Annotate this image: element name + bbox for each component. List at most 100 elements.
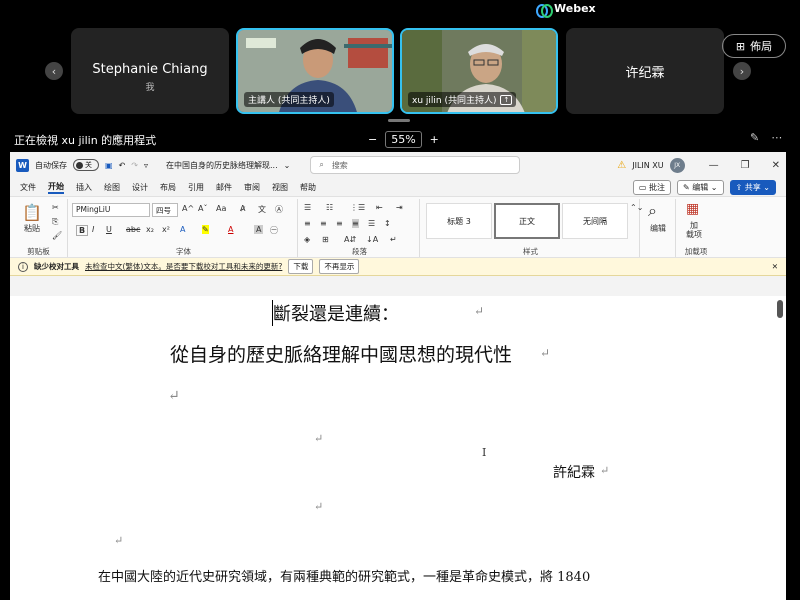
- style-normal[interactable]: 正文: [494, 203, 560, 239]
- sort-icon[interactable]: ↓A: [366, 235, 378, 244]
- tab-mailings[interactable]: 邮件: [216, 182, 232, 193]
- shading-icon[interactable]: ◈: [304, 235, 310, 244]
- search-box[interactable]: ⌕ 搜索: [310, 156, 521, 174]
- warning-icon[interactable]: ⚠: [617, 160, 626, 171]
- participant-tile-host[interactable]: 主講人 (共同主持人): [236, 28, 394, 114]
- addins-icon[interactable]: ▦: [686, 201, 699, 217]
- tab-draw[interactable]: 绘图: [104, 182, 120, 193]
- editing-label[interactable]: 编辑: [650, 223, 666, 234]
- change-case-icon[interactable]: Aa: [216, 204, 226, 213]
- numbering-icon[interactable]: ☷: [326, 203, 333, 212]
- italic-icon[interactable]: I: [92, 225, 94, 234]
- clear-format-icon[interactable]: A̷: [240, 204, 245, 213]
- editing-mode-button[interactable]: ✎ 编辑 ⌄: [677, 179, 724, 195]
- highlight-icon[interactable]: ✎: [202, 225, 209, 234]
- zoom-out-button[interactable]: −: [368, 133, 377, 146]
- grid-layout-icon: ⊞: [735, 39, 746, 53]
- document-canvas[interactable]: 斷裂還是連續： ↵ 從自身的歷史脈絡理解中國思想的現代性 ↵ ↵ ↵ I 許紀霖…: [10, 296, 774, 600]
- download-button[interactable]: 下载: [288, 259, 314, 274]
- cut-icon[interactable]: ✂: [52, 203, 59, 212]
- align-right-icon[interactable]: ≡: [336, 219, 343, 228]
- minimize-icon[interactable]: —: [709, 160, 719, 171]
- comments-button[interactable]: ▭ 批注: [632, 179, 671, 195]
- tab-view[interactable]: 视图: [272, 182, 288, 193]
- subscript-icon[interactable]: x₂: [146, 225, 154, 234]
- decrease-indent-icon[interactable]: ⇤: [376, 203, 383, 212]
- tab-insert[interactable]: 插入: [76, 182, 92, 193]
- customize-toolbar-icon[interactable]: ▿: [144, 161, 148, 170]
- infobar-message[interactable]: 未检查中文(繁体)文本。是否要下载校对工具和未来的更新?: [85, 261, 282, 272]
- participant-tile-xu-jilin-2[interactable]: 许纪霖: [566, 28, 724, 114]
- clipboard-group: 📋 粘贴 ✂ ⎘ 🖌 剪贴板: [10, 199, 68, 257]
- distribute-icon[interactable]: ☰: [368, 219, 375, 228]
- more-options-icon[interactable]: ⋯: [771, 131, 782, 144]
- format-painter-icon[interactable]: 🖌: [52, 231, 62, 240]
- multilevel-list-icon[interactable]: ⋮☰: [350, 203, 365, 212]
- show-marks-icon[interactable]: ↵: [390, 235, 397, 244]
- borders-icon[interactable]: ⊞: [322, 235, 329, 244]
- undo-icon[interactable]: ↶: [119, 161, 126, 170]
- bold-icon[interactable]: B: [76, 225, 89, 236]
- tab-home[interactable]: 开始: [48, 181, 64, 194]
- copy-icon[interactable]: ⎘: [52, 217, 58, 227]
- scrollbar-thumb[interactable]: [777, 300, 783, 318]
- strikethrough-icon[interactable]: abc: [126, 225, 140, 234]
- participant-label: xu jilin (共同主持人) ↑: [408, 92, 517, 107]
- superscript-icon[interactable]: x²: [162, 225, 170, 234]
- addins-button-label[interactable]: 加 载项: [686, 221, 702, 239]
- zoom-in-button[interactable]: +: [430, 133, 439, 146]
- paragraph-mark: ↵: [168, 388, 180, 404]
- panel-resize-handle[interactable]: [388, 119, 410, 122]
- increase-indent-icon[interactable]: ⇥: [396, 203, 403, 212]
- redo-icon[interactable]: ↷: [131, 161, 138, 170]
- char-border-icon[interactable]: Ⓐ: [275, 204, 283, 215]
- enclose-char-icon[interactable]: ㊀: [270, 225, 278, 236]
- participant-tile-xu-jilin[interactable]: xu jilin (共同主持人) ↑: [400, 28, 558, 114]
- asian-layout-icon[interactable]: A⇵: [344, 235, 356, 244]
- font-name-select[interactable]: PMingLiU: [72, 203, 150, 217]
- tab-file[interactable]: 文件: [20, 182, 36, 193]
- participant-tile-stephanie[interactable]: Stephanie Chiang 我: [71, 28, 229, 114]
- align-left-icon[interactable]: ≡: [304, 219, 311, 228]
- vertical-scrollbar[interactable]: [774, 296, 786, 600]
- dont-show-button[interactable]: 不再显示: [319, 259, 360, 274]
- save-icon[interactable]: ▣: [105, 161, 113, 170]
- tab-review[interactable]: 审阅: [244, 182, 260, 193]
- restore-icon[interactable]: ❐: [741, 160, 750, 171]
- paste-icon[interactable]: 📋: [22, 203, 42, 222]
- justify-icon[interactable]: ≡: [352, 219, 359, 228]
- close-icon[interactable]: ✕: [772, 160, 780, 171]
- tab-help[interactable]: 帮助: [300, 182, 316, 193]
- zoom-controls: − 55% +: [368, 131, 439, 148]
- chevron-down-icon[interactable]: ⌄: [284, 161, 291, 170]
- shrink-font-icon[interactable]: Aˇ: [198, 204, 207, 213]
- style-no-spacing[interactable]: 无间隔: [562, 203, 628, 239]
- prev-participants-button[interactable]: ‹: [45, 62, 63, 80]
- char-shading-icon[interactable]: A: [254, 225, 264, 234]
- paste-label[interactable]: 粘贴: [24, 223, 40, 234]
- phonetic-guide-icon[interactable]: 文: [258, 204, 266, 215]
- annotate-icon[interactable]: ✎: [750, 131, 759, 144]
- line-spacing-icon[interactable]: ↕: [384, 219, 391, 228]
- grow-font-icon[interactable]: A^: [182, 204, 194, 213]
- tab-design[interactable]: 设计: [132, 182, 148, 193]
- autosave-toggle[interactable]: 关: [73, 159, 99, 171]
- avatar[interactable]: JX: [669, 157, 685, 173]
- align-center-icon[interactable]: ≡: [320, 219, 327, 228]
- layout-button[interactable]: ⊞ 佈局: [722, 34, 786, 58]
- share-button[interactable]: ⇪ 共享 ⌄: [729, 179, 776, 195]
- font-size-select[interactable]: 四号: [152, 203, 178, 217]
- zoom-level[interactable]: 55%: [385, 131, 422, 148]
- document-title[interactable]: 在中国自身的历史脉络理解现...: [166, 160, 278, 171]
- text-effects-icon[interactable]: A: [180, 225, 185, 234]
- search-placeholder: 搜索: [331, 160, 348, 170]
- tab-layout[interactable]: 布局: [160, 182, 176, 193]
- close-infobar-icon[interactable]: ✕: [772, 262, 778, 271]
- tab-references[interactable]: 引用: [188, 182, 204, 193]
- font-color-icon[interactable]: A: [228, 225, 233, 234]
- find-icon[interactable]: ⌕: [648, 201, 657, 221]
- style-heading3[interactable]: 标题 3: [426, 203, 492, 239]
- next-participants-button[interactable]: ›: [733, 62, 751, 80]
- bullets-icon[interactable]: ☰: [304, 203, 311, 212]
- underline-icon[interactable]: U: [106, 225, 112, 234]
